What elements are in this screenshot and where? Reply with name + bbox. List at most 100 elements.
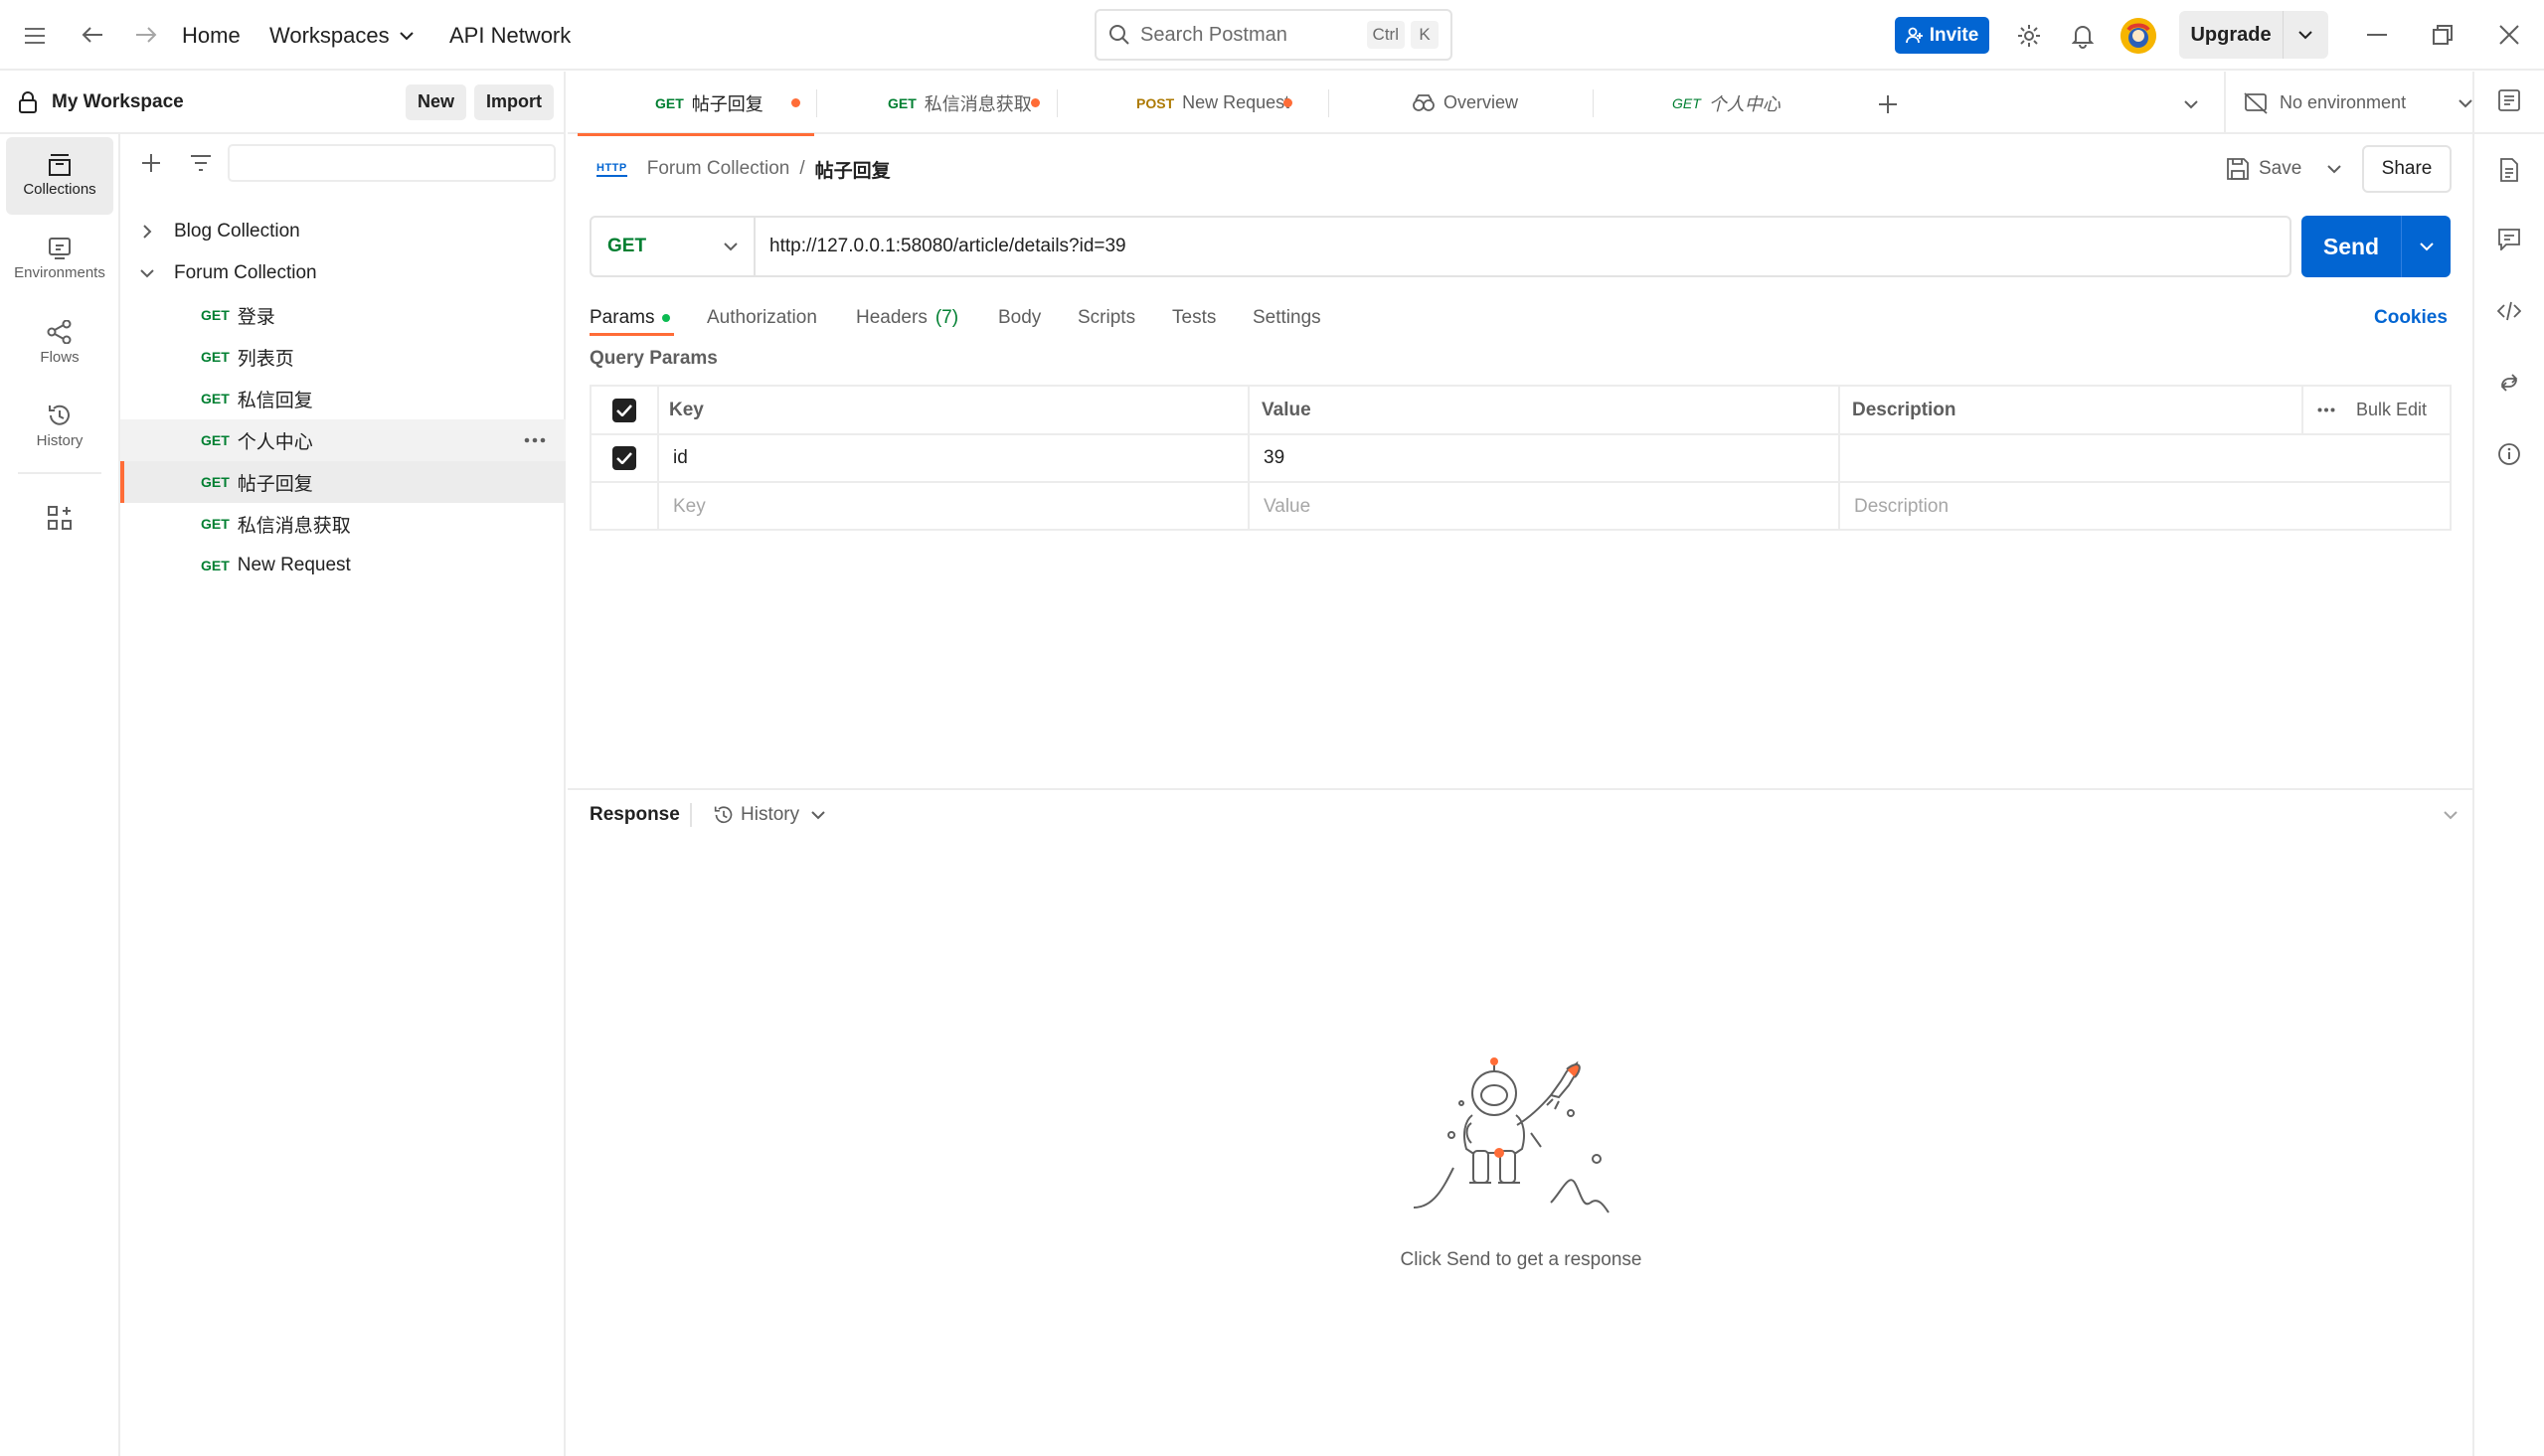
new-param-key-input[interactable]: Key (673, 483, 706, 531)
api-network-link[interactable]: API Network (449, 0, 571, 71)
rail-flows[interactable]: Flows (6, 304, 113, 382)
tab-body[interactable]: Body (998, 298, 1041, 338)
search-box[interactable]: Search Postman Ctrl K (1095, 9, 1452, 61)
restore-window-icon[interactable] (2428, 20, 2458, 50)
tab-tests[interactable]: Tests (1172, 298, 1216, 338)
related-collections-icon[interactable] (2494, 368, 2524, 398)
invite-button[interactable]: Invite (1895, 17, 1989, 54)
new-tab-plus-icon[interactable] (1873, 89, 1903, 119)
tab-authorization[interactable]: Authorization (707, 298, 817, 338)
collapse-response-chevron-icon[interactable] (2436, 800, 2465, 830)
rail-environments[interactable]: Environments (6, 221, 113, 298)
breadcrumb-collection[interactable]: Forum Collection (647, 158, 790, 180)
sidebar-search-input[interactable] (228, 144, 556, 182)
tree-request-item[interactable]: GET 列表页 (120, 336, 566, 378)
import-button[interactable]: Import (474, 83, 554, 120)
tab-headers[interactable]: Headers (7) (856, 298, 958, 338)
send-label: Send (2322, 233, 2380, 259)
search-placeholder: Search Postman (1140, 23, 1287, 46)
tabs-overflow-chevron-icon[interactable] (2176, 89, 2206, 119)
back-arrow-icon[interactable] (78, 20, 107, 50)
row-enabled-checkbox[interactable] (592, 435, 657, 481)
breadcrumb-request[interactable]: 帖子回复 (815, 156, 891, 183)
history-label: History (741, 804, 800, 825)
tree-request-item[interactable]: GET 私信消息获取 (120, 503, 566, 545)
tab-overview[interactable]: Overview (1330, 72, 1569, 134)
workspaces-menu[interactable]: Workspaces (269, 0, 414, 71)
environment-selector[interactable]: No environment (2244, 72, 2472, 134)
avatar[interactable] (2120, 18, 2156, 54)
home-link[interactable]: Home (182, 0, 241, 71)
tab-scripts[interactable]: Scripts (1078, 298, 1135, 338)
rail-collections[interactable]: Collections (6, 137, 113, 215)
tab-request[interactable]: POST New Request (1059, 72, 1297, 134)
forward-arrow-icon[interactable] (131, 20, 161, 50)
rail-history[interactable]: History (6, 388, 113, 465)
more-options-icon[interactable] (524, 437, 546, 443)
tab-params[interactable]: Params (590, 298, 671, 338)
rail-label: History (36, 432, 84, 449)
chevron-down-icon (140, 268, 160, 278)
url-input[interactable] (769, 236, 2261, 257)
code-snippet-icon[interactable] (2494, 296, 2524, 326)
response-history-menu[interactable]: History (713, 800, 825, 830)
notification-bell-icon[interactable] (2068, 21, 2098, 51)
save-label: Save (2259, 158, 2302, 179)
tree-request-item-selected[interactable]: GET 帖子回复 (120, 461, 566, 503)
rail-divider (18, 472, 101, 474)
response-divider[interactable] (568, 788, 2472, 790)
new-button[interactable]: New (405, 83, 466, 120)
send-button[interactable]: Send (2301, 216, 2451, 277)
tree-request-item[interactable]: GET 私信回复 (120, 378, 566, 419)
param-key-cell[interactable]: id (673, 435, 688, 481)
save-button[interactable]: Save (2227, 145, 2301, 193)
method-badge: GET (201, 391, 230, 406)
add-collection-icon[interactable] (136, 148, 166, 178)
table-more-options-icon[interactable] (2317, 387, 2335, 433)
method-select[interactable]: GET (592, 218, 756, 275)
filter-icon[interactable] (186, 148, 216, 178)
bulk-edit-button[interactable]: Bulk Edit (2356, 387, 2427, 433)
param-value-cell[interactable]: 39 (1264, 435, 1284, 481)
share-button[interactable]: Share (2362, 145, 2452, 193)
selection-indicator (120, 461, 124, 503)
tab-settings[interactable]: Settings (1253, 298, 1321, 338)
documentation-icon[interactable] (2494, 155, 2524, 185)
close-window-icon[interactable] (2494, 20, 2524, 50)
astronaut-illustration (1412, 1053, 1630, 1232)
tree-request-item[interactable]: GET 个人中心 (120, 419, 566, 461)
tree-request-item[interactable]: GET New Request (120, 545, 566, 586)
save-options-chevron-icon[interactable] (2319, 154, 2349, 184)
tab-request[interactable]: GET 个人中心 (1595, 72, 1833, 134)
request-name: 帖子回复 (237, 473, 313, 495)
send-options-chevron-icon[interactable] (2402, 242, 2451, 251)
configure-sidebar-icon[interactable] (44, 502, 76, 534)
upgrade-button[interactable]: Upgrade (2179, 11, 2328, 59)
info-icon[interactable] (2494, 439, 2524, 469)
upgrade-chevron-icon[interactable] (2284, 30, 2327, 40)
top-bar: Home Workspaces API Network Search Postm… (0, 0, 2544, 71)
method-value: GET (607, 236, 647, 256)
tree-collection-forum[interactable]: Forum Collection (120, 252, 566, 294)
chevron-down-icon (724, 242, 738, 251)
history-icon (47, 404, 73, 427)
new-param-description-input[interactable]: Description (1854, 483, 1949, 531)
menu-icon[interactable] (20, 22, 50, 50)
chevron-down-icon (399, 31, 414, 41)
method-badge: GET (1672, 94, 1701, 111)
comments-icon[interactable] (2494, 225, 2524, 254)
http-request-icon: HTTP (596, 162, 627, 177)
environment-quicklook-icon[interactable] (2494, 85, 2524, 115)
new-param-value-input[interactable]: Value (1264, 483, 1310, 531)
tab-request[interactable]: GET 帖子回复 (578, 72, 814, 136)
settings-gear-icon[interactable] (2014, 21, 2044, 51)
minimize-icon[interactable] (2362, 20, 2392, 50)
breadcrumb-separator: / (799, 158, 805, 179)
cookies-link[interactable]: Cookies (2374, 298, 2448, 338)
select-all-checkbox[interactable] (592, 387, 657, 433)
tree-collection-blog[interactable]: Blog Collection (120, 211, 566, 252)
tree-request-item[interactable]: GET 登录 (120, 294, 566, 336)
flows-icon (47, 320, 73, 344)
param-description-cell[interactable] (1854, 435, 2451, 481)
tab-request[interactable]: GET 私信消息获取 (818, 72, 1057, 134)
